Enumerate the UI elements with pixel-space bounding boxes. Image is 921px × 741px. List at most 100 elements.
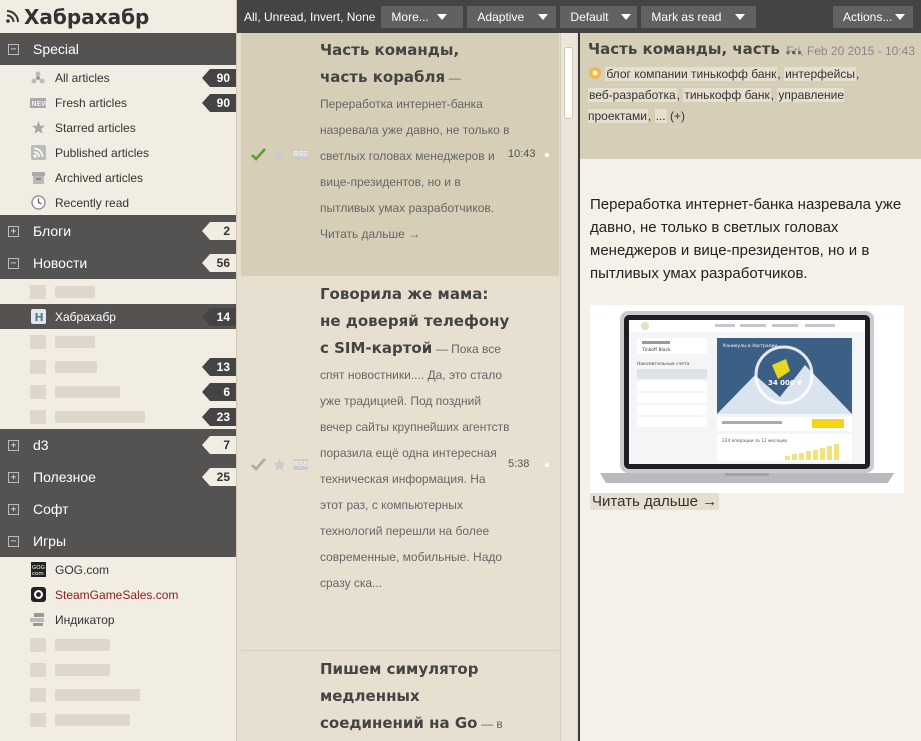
feed-blurred[interactable]	[0, 657, 236, 682]
select-all-link[interactable]: All	[244, 10, 257, 24]
category-igry[interactable]: − Игры	[0, 525, 236, 557]
feed-label: Recently read	[55, 195, 130, 210]
headline-body: Пишем симулятор медленных соединений на …	[320, 656, 510, 737]
tag-link[interactable]: блог компании тинькофф банк	[605, 67, 778, 81]
article-header: Часть команды, часть ... Fri, Feb 20 201…	[580, 33, 921, 159]
chevron-down-icon	[895, 13, 906, 20]
expand-icon[interactable]: +	[8, 439, 19, 451]
check-icon[interactable]	[251, 148, 266, 161]
feed-icon	[30, 662, 46, 678]
feed-label: GOG.com	[55, 562, 110, 577]
feed-label	[55, 335, 95, 348]
headline-excerpt: — в	[481, 717, 503, 731]
feed-blurred[interactable]: 6	[0, 379, 236, 404]
feed-archived-articles[interactable]: Archived articles	[0, 165, 236, 190]
scrollbar-thumb[interactable]	[564, 47, 573, 119]
headline-time: 5:38	[508, 458, 530, 470]
feed-steamgamesales[interactable]: SteamGameSales.com	[0, 582, 236, 607]
feed-published-articles[interactable]: Published articles	[0, 140, 236, 165]
feed-label: Published articles	[55, 145, 150, 160]
feed-blurred[interactable]	[0, 707, 236, 732]
headline-title[interactable]: Пишем симулятор медленных соединений на …	[320, 660, 478, 732]
feed-icon	[30, 409, 46, 425]
laptop-screenshot-image: Tinkoff Black Накопительные счета Канику…	[590, 305, 904, 493]
feed-blurred[interactable]	[0, 279, 236, 304]
select-invert-link[interactable]: Invert	[310, 10, 340, 24]
headline-row[interactable]: RSS Говорила же мама: не доверяй телефон…	[241, 277, 559, 651]
read-more-link[interactable]: Читать дальше →	[590, 493, 720, 510]
expand-icon[interactable]: +	[8, 471, 19, 483]
feed-blurred[interactable]	[0, 682, 236, 707]
rss-icon	[6, 10, 19, 23]
feed-label	[55, 663, 110, 676]
headlines-scrollbar[interactable]	[560, 33, 576, 741]
tag-link[interactable]: тинькофф банк	[683, 88, 771, 102]
sort-dropdown[interactable]: Default	[560, 5, 638, 28]
expand-icon[interactable]: +	[8, 225, 19, 237]
feed-blurred[interactable]: 23	[0, 404, 236, 429]
headline-body: Часть команды, часть корабля — Переработ…	[320, 37, 510, 247]
category-d3[interactable]: + d3 7	[0, 429, 236, 461]
headline-controls: RSS	[251, 457, 308, 472]
view-mode-dropdown[interactable]: Adaptive	[467, 5, 557, 28]
star-icon	[30, 120, 46, 136]
star-icon[interactable]	[272, 147, 287, 162]
feed-label: Fresh articles	[55, 95, 128, 110]
star-icon[interactable]	[272, 457, 287, 472]
collapse-icon[interactable]: −	[8, 535, 19, 547]
feed-label	[55, 638, 110, 651]
selection-links: All, Unread, Invert, None	[244, 9, 376, 24]
category-soft[interactable]: + Софт	[0, 493, 236, 525]
main-toolbar: All, Unread, Invert, None More... Adapti…	[237, 0, 921, 33]
feed-starred-articles[interactable]: Starred articles	[0, 115, 236, 140]
feed-all-articles[interactable]: All articles 90	[0, 65, 236, 90]
feed-label: Хабрахабр	[55, 309, 116, 324]
view-mode-label: Adaptive	[477, 9, 525, 24]
chevron-down-icon	[538, 13, 549, 20]
headline-row[interactable]: Пишем симулятор медленных соединений на …	[241, 652, 559, 741]
balance-text: 34 000 ₽	[768, 379, 802, 387]
expand-icon[interactable]: +	[8, 503, 19, 515]
article-date: Fri, Feb 20 2015 - 10:43	[786, 44, 915, 58]
feed-blurred[interactable]	[0, 632, 236, 657]
feed-blurred[interactable]	[0, 329, 236, 354]
category-special[interactable]: − Special	[0, 33, 236, 65]
feed-fresh-articles[interactable]: NEW Fresh articles 90	[0, 90, 236, 115]
tags-icon	[589, 67, 601, 79]
category-blogi[interactable]: + Блоги 2	[0, 215, 236, 247]
feed-recently-read[interactable]: Recently read	[0, 190, 236, 215]
feed-tree-sidebar: Хабрахабр − Special All articles 90 NEW …	[0, 0, 237, 741]
mark-as-read-dropdown[interactable]: Mark as read	[641, 5, 757, 28]
feed-habrahabr[interactable]: H Хабрахабр 14	[0, 304, 236, 329]
headline-row[interactable]: RSS Часть команды, часть корабля — Перер…	[241, 33, 559, 276]
indicator-icon	[30, 612, 46, 628]
feed-gog[interactable]: GOG com GOG.com	[0, 557, 236, 582]
tag-link[interactable]: ...	[654, 109, 667, 123]
unread-count-badge: 14	[202, 308, 236, 326]
more-tags-link[interactable]: (+)	[670, 109, 685, 123]
publish-rss-icon[interactable]: RSS	[293, 459, 308, 470]
feed-label	[55, 285, 95, 298]
more-dropdown[interactable]: More...	[381, 5, 464, 28]
actions-dropdown[interactable]: Actions...	[833, 5, 913, 28]
headlines-list: RSS Часть команды, часть корабля — Перер…	[237, 33, 578, 741]
select-unread-link[interactable]: Unread	[264, 10, 303, 24]
collapse-icon[interactable]: −	[8, 43, 19, 55]
category-novosti[interactable]: − Новости 56	[0, 247, 236, 279]
category-poleznoe[interactable]: + Полезное 25	[0, 461, 236, 493]
sort-label: Default	[570, 9, 609, 24]
feed-indicator[interactable]: Индикатор	[0, 607, 236, 632]
unread-count-badge: 2	[202, 222, 236, 240]
tag-link[interactable]: интерфейсы	[784, 67, 857, 81]
feed-blurred[interactable]: 13	[0, 354, 236, 379]
headline-title[interactable]: Часть команды, часть корабля	[320, 41, 459, 86]
publish-rss-icon[interactable]: RSS	[293, 149, 308, 160]
select-none-link[interactable]: None	[347, 10, 376, 24]
collapse-icon[interactable]: −	[8, 257, 19, 269]
headline-excerpt: — Переработка интернет-банка назревала у…	[320, 71, 510, 241]
feed-label: All articles	[55, 70, 110, 85]
tag-link[interactable]: веб-разработка	[588, 88, 677, 102]
check-icon[interactable]	[251, 458, 266, 471]
operations-label-text: 224 операции за 12 месяцев	[722, 438, 787, 444]
category-label: Полезное	[33, 469, 96, 485]
